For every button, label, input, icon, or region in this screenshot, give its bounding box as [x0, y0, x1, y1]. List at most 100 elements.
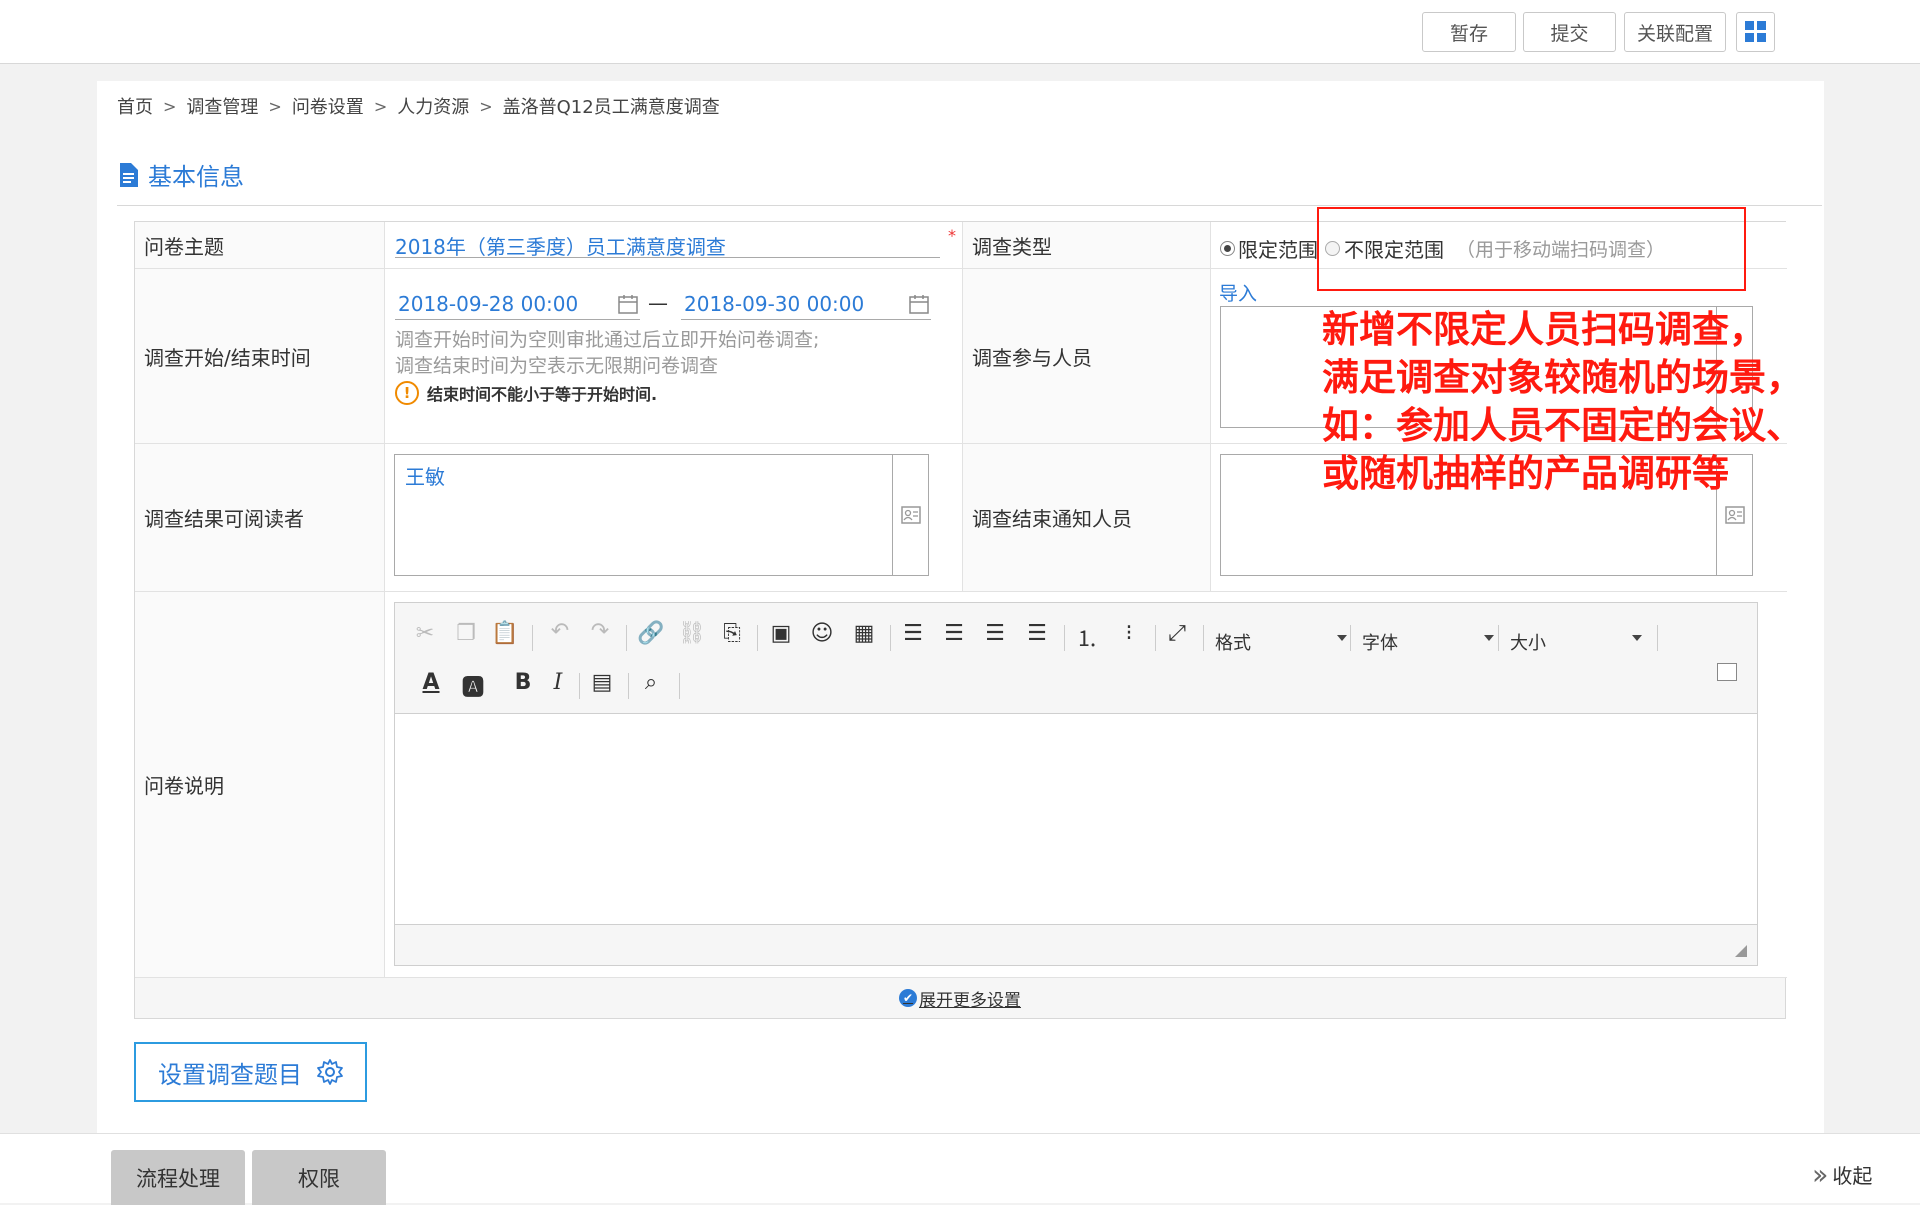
bullet-list-icon[interactable]: ⁝: [1113, 621, 1145, 646]
editor-toolbar: ✂ ❐ 📋 ↶ ↷ 🔗 ⛓ ⎘ ▣ ☺ ▦ ☰ ☰ ☰ ☰ ⒈ ⁝ ⤢ 格式 字…: [395, 603, 1757, 713]
subject-label: 问卷主题: [135, 222, 385, 269]
submit-button[interactable]: 提交: [1523, 12, 1616, 52]
fullscreen-icon[interactable]: ⤢: [1161, 621, 1193, 646]
section-divider: [117, 205, 1822, 206]
source-view-icon[interactable]: ▤: [586, 670, 618, 695]
save-draft-button[interactable]: 暂存: [1422, 12, 1516, 52]
format-select[interactable]: 格式: [1215, 629, 1347, 655]
document-icon: [120, 162, 138, 187]
toolbar-separator: [757, 625, 758, 651]
annotation-highlight-box: [1317, 207, 1746, 291]
tab-permission[interactable]: 权限: [252, 1150, 386, 1205]
align-right-icon[interactable]: ☰: [979, 621, 1011, 646]
insert-file-icon[interactable]: ⎘: [716, 621, 748, 646]
chevron-down-icon: [1484, 635, 1494, 641]
contact-card-icon: [1724, 506, 1745, 524]
notify-label: 调查结束通知人员: [963, 444, 1211, 592]
time-error: ! 结束时间不能小于等于开始时间.: [395, 381, 657, 405]
expand-row: ✔ 展开更多设置: [135, 978, 1785, 1018]
toolbar-separator: [532, 625, 533, 651]
bottom-bar: 流程处理 权限 ›› 收起: [0, 1133, 1920, 1205]
link-icon[interactable]: 🔗: [635, 621, 667, 646]
font-select[interactable]: 字体: [1362, 629, 1494, 655]
desc-cell: ✂ ❐ 📋 ↶ ↷ 🔗 ⛓ ⎘ ▣ ☺ ▦ ☰ ☰ ☰ ☰ ⒈ ⁝ ⤢ 格式 字…: [385, 592, 1787, 978]
required-mark: *: [948, 226, 956, 245]
breadcrumb-item: 盖洛普Q12员工满意度调查: [502, 97, 720, 118]
warning-icon: !: [395, 381, 419, 405]
text-color-icon[interactable]: A: [415, 670, 447, 695]
calendar-icon[interactable]: [618, 294, 638, 314]
contact-card-icon: [900, 506, 921, 524]
emoji-icon[interactable]: ☺: [806, 621, 838, 646]
toolbar-separator: [1657, 625, 1658, 651]
reader-name: 王敏: [405, 465, 445, 489]
toolbar-separator: [1350, 625, 1351, 651]
tab-flow-process[interactable]: 流程处理: [111, 1150, 245, 1205]
table-icon[interactable]: ▦: [848, 621, 880, 646]
toolbar-separator: [579, 673, 580, 699]
toolbar-separator: [628, 673, 629, 699]
time-label: 调查开始/结束时间: [135, 269, 385, 444]
breadcrumb: 首页 > 调查管理 > 问卷设置 > 人力资源 > 盖洛普Q12员工满意度调查: [117, 93, 720, 119]
editor-content-area[interactable]: [395, 713, 1757, 925]
align-left-icon[interactable]: ☰: [897, 621, 929, 646]
unlink-icon[interactable]: ⛓: [676, 621, 708, 646]
grid-icon: [1744, 21, 1767, 43]
toolbar-separator: [626, 625, 627, 651]
toolbar-separator: [679, 673, 680, 699]
top-toolbar: 暂存 提交 关联配置: [0, 0, 1920, 64]
breadcrumb-item[interactable]: 首页: [117, 93, 153, 119]
radio-limited-label: 限定范围: [1238, 238, 1318, 262]
toolbar-separator: [1155, 625, 1156, 651]
image-icon[interactable]: ▣: [765, 621, 797, 646]
type-label: 调查类型: [963, 222, 1211, 269]
time-hint-2: 调查结束时间为空表示无限期问卷调查: [395, 355, 719, 377]
size-select[interactable]: 大小: [1510, 629, 1642, 655]
readers-label: 调查结果可阅读者: [135, 444, 385, 592]
section-title: 基本信息: [118, 157, 244, 192]
collapse-toolbar-icon[interactable]: [1717, 663, 1737, 681]
copy-icon[interactable]: ❐: [450, 621, 482, 646]
readers-field[interactable]: 王敏: [394, 454, 929, 576]
participants-label: 调查参与人员: [963, 269, 1211, 444]
breadcrumb-separator: >: [163, 96, 177, 116]
cut-icon[interactable]: ✂: [409, 621, 441, 646]
link-config-button[interactable]: 关联配置: [1624, 12, 1726, 52]
breadcrumb-separator: >: [479, 96, 493, 116]
align-justify-icon[interactable]: ☰: [1021, 621, 1053, 646]
apps-grid-button[interactable]: [1736, 12, 1775, 52]
bg-color-icon[interactable]: 🅰: [457, 670, 489, 702]
start-time-input[interactable]: 2018-09-28 00:00: [395, 291, 640, 320]
preview-icon[interactable]: ⌕: [635, 670, 667, 695]
resize-handle-icon[interactable]: [1735, 945, 1747, 957]
set-questions-button[interactable]: 设置调查题目: [134, 1042, 367, 1102]
breadcrumb-item[interactable]: 调查管理: [186, 93, 258, 119]
time-dash: —: [648, 291, 668, 315]
import-link[interactable]: 导入: [1219, 279, 1257, 306]
calendar-icon[interactable]: [909, 294, 929, 314]
breadcrumb-item[interactable]: 人力资源: [397, 93, 469, 119]
paste-icon[interactable]: 📋: [489, 621, 521, 646]
expand-more-link[interactable]: ✔ 展开更多设置: [899, 986, 1021, 1011]
subject-cell: 2018年（第三季度）员工满意度调查 *: [385, 222, 963, 269]
rich-text-editor: ✂ ❐ 📋 ↶ ↷ 🔗 ⛓ ⎘ ▣ ☺ ▦ ☰ ☰ ☰ ☰ ⒈ ⁝ ⤢ 格式 字…: [394, 602, 1758, 966]
time-cell: 2018-09-28 00:00 — 2018-09-30 00:00 调查开始…: [385, 269, 963, 444]
toolbar-separator: [890, 625, 891, 651]
undo-icon[interactable]: ↶: [544, 619, 576, 644]
gear-icon: [317, 1059, 343, 1085]
breadcrumb-item[interactable]: 问卷设置: [292, 93, 364, 119]
chevron-down-icon: ✔: [899, 989, 917, 1007]
collapse-button[interactable]: ›› 收起: [1812, 1158, 1872, 1191]
chevron-down-icon: [1337, 635, 1347, 641]
select-person-button[interactable]: [892, 455, 928, 575]
radio-limited[interactable]: [1220, 241, 1235, 256]
ordered-list-icon[interactable]: ⒈: [1071, 621, 1103, 653]
redo-icon[interactable]: ↷: [584, 619, 616, 644]
subject-input[interactable]: 2018年（第三季度）员工满意度调查: [395, 231, 940, 259]
end-time-input[interactable]: 2018-09-30 00:00: [681, 291, 931, 320]
double-chevron-right-icon: ››: [1812, 1158, 1829, 1191]
italic-icon[interactable]: I: [542, 670, 574, 695]
readers-cell: 王敏: [385, 444, 963, 592]
bold-icon[interactable]: B: [507, 670, 539, 695]
align-center-icon[interactable]: ☰: [938, 621, 970, 646]
